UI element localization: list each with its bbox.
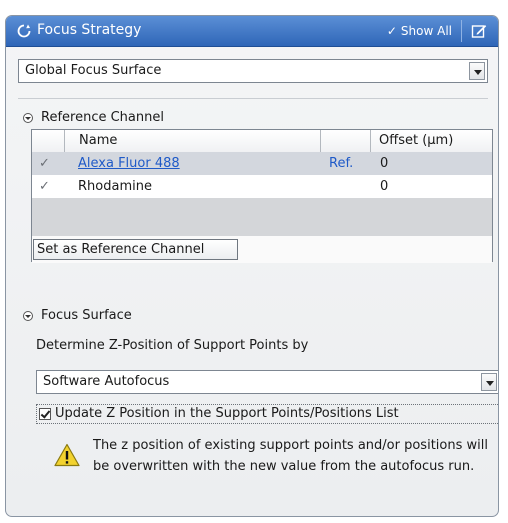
reference-channel-heading: Reference Channel (41, 110, 164, 125)
update-z-position-checkbox[interactable]: Update Z Position in the Support Points/… (36, 404, 498, 424)
header-name[interactable]: Name (65, 130, 321, 152)
header-ref-column (321, 130, 371, 152)
chevron-down-icon[interactable] (481, 373, 497, 391)
edit-icon[interactable] (471, 23, 487, 39)
focus-strategy-dropdown[interactable]: Global Focus Surface (18, 59, 488, 83)
divider (18, 98, 488, 99)
table-header: Name Offset (µm) (32, 130, 492, 153)
collapse-icon[interactable] (23, 311, 33, 321)
method-value: Software Autofocus (43, 374, 170, 389)
set-reference-channel-button[interactable]: Set as Reference Channel (33, 239, 238, 260)
determine-z-label: Determine Z-Position of Support Points b… (36, 338, 309, 353)
offset-value: 0 (380, 156, 389, 171)
focus-strategy-value: Global Focus Surface (25, 63, 162, 78)
table-row[interactable]: ✓ Alexa Fluor 488 Ref. 0 (32, 152, 492, 175)
show-all-toggle[interactable]: ✓ Show All (385, 22, 456, 40)
channel-name-link[interactable]: Alexa Fluor 488 (78, 152, 180, 175)
refresh-icon[interactable] (16, 23, 32, 39)
checkmark-icon: ✓ (386, 24, 397, 38)
checkmark-icon: ✓ (39, 156, 50, 171)
table-row[interactable]: ✓ Rhodamine 0 (32, 175, 492, 198)
header-offset[interactable]: Offset (µm) (371, 130, 494, 152)
channel-name: Rhodamine (78, 179, 152, 194)
chevron-down-icon[interactable] (469, 62, 485, 80)
checkmark-icon: ✓ (39, 179, 50, 194)
collapse-icon[interactable] (23, 113, 33, 123)
title-separator (461, 20, 462, 42)
header-check-column (32, 130, 65, 152)
reference-channel-table: Name Offset (µm) ✓ Alexa Fluor 488 Ref. … (31, 129, 493, 263)
panel-title-bar: Focus Strategy ✓ Show All (6, 16, 498, 47)
offset-value: 0 (380, 179, 389, 194)
reference-badge: Ref. (329, 156, 354, 171)
support-point-method-dropdown[interactable]: Software Autofocus (36, 370, 498, 394)
show-all-label: Show All (400, 24, 452, 38)
panel-title: Focus Strategy (37, 22, 142, 38)
focus-strategy-panel: Focus Strategy ✓ Show All Global Focus Su… (5, 15, 499, 517)
focus-surface-heading: Focus Surface (41, 308, 132, 323)
warning-message: The z position of existing support point… (93, 438, 488, 474)
checkbox-checked[interactable] (39, 408, 51, 420)
warning-icon (54, 443, 80, 467)
update-z-position-label: Update Z Position in the Support Points/… (55, 406, 399, 421)
